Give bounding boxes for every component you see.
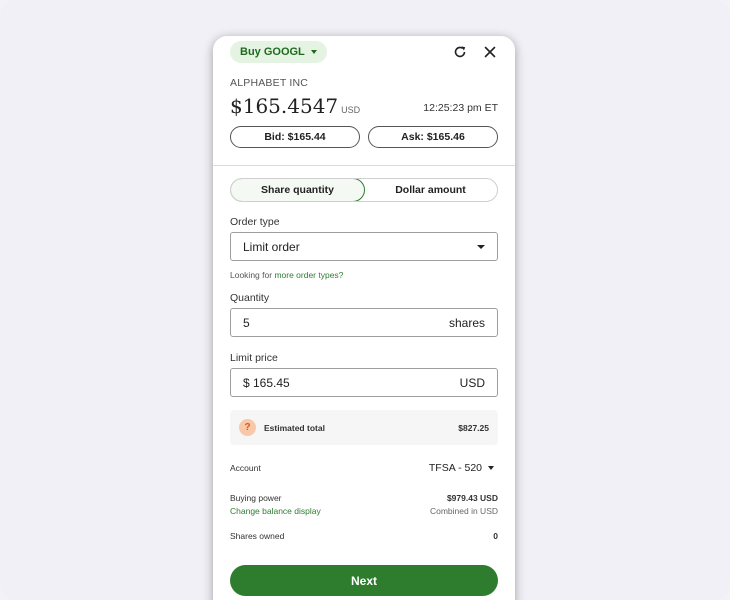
shares-owned-value: 0: [493, 531, 498, 541]
order-type-label: Order type: [230, 216, 280, 228]
limit-price-label: Limit price: [230, 352, 278, 364]
shares-owned-label: Shares owned: [230, 531, 285, 541]
price-group: $165.4547 USD: [230, 94, 360, 118]
limit-price-unit: USD: [459, 375, 485, 390]
bid-ask-row: Bid: $165.44 Ask: $165.46: [230, 126, 498, 150]
quantity-input[interactable]: 5 shares: [230, 308, 498, 337]
estimated-total-label: Estimated total: [264, 422, 325, 433]
buying-power-note: Combined in USD: [429, 506, 498, 516]
buying-power-row: Buying power $979.43 USD: [230, 492, 498, 504]
account-row: Account TFSA - 520: [230, 460, 498, 476]
more-order-types-link[interactable]: more order types?: [274, 270, 343, 280]
chevron-down-icon: [310, 50, 317, 54]
order-type-note: Looking for more order types?: [230, 270, 498, 280]
divider: [213, 165, 515, 166]
header-actions: [452, 44, 498, 60]
buying-power-sub-row: Change balance display Combined in USD: [230, 505, 498, 517]
refresh-icon[interactable]: [452, 44, 468, 60]
close-icon[interactable]: [482, 44, 498, 60]
bid-button[interactable]: Bid: $165.44: [230, 126, 360, 148]
buy-symbol-label: Buy GOOGL: [240, 46, 305, 58]
quantity-value: 5: [243, 315, 250, 330]
quantity-unit: shares: [448, 315, 485, 330]
buy-symbol-dropdown[interactable]: Buy GOOGL: [230, 41, 327, 63]
panel-header: Buy GOOGL: [230, 41, 498, 63]
quote-time: 12:25:23 pm ET: [423, 102, 498, 114]
shares-owned-row: Shares owned 0: [230, 530, 498, 542]
ask-button[interactable]: Ask: $165.46: [368, 126, 498, 148]
change-balance-display-link[interactable]: Change balance display: [230, 506, 321, 516]
tab-share-quantity[interactable]: Share quantity: [231, 179, 365, 201]
company-name: ALPHABET INC: [230, 77, 309, 89]
next-button[interactable]: Next: [230, 565, 498, 596]
tab-dollar-amount[interactable]: Dollar amount: [364, 179, 497, 201]
limit-price-input[interactable]: $ 165.45 USD: [230, 368, 498, 397]
buying-power-label: Buying power: [230, 493, 282, 503]
order-type-select[interactable]: Limit order: [230, 232, 498, 261]
buying-power-value: $979.43 USD: [446, 493, 498, 503]
estimated-total-value: $827.25: [458, 422, 489, 433]
order-mode-toggle: Share quantity Dollar amount: [230, 178, 498, 202]
order-type-note-text: Looking for: [230, 270, 273, 280]
price-currency: USD: [341, 105, 361, 115]
price-row: $165.4547 USD 12:25:23 pm ET: [230, 92, 498, 118]
account-value: TFSA - 520: [428, 462, 482, 474]
order-panel: Buy GOOGL ALPHABET INC $165.4547 USD 12:…: [213, 36, 515, 600]
quantity-label: Quantity: [230, 292, 270, 304]
estimated-total-box: ? Estimated total $827.25: [230, 410, 498, 445]
limit-price-value: $ 165.45: [243, 375, 290, 390]
chevron-down-icon: [477, 244, 485, 249]
account-label: Account: [230, 463, 261, 473]
estimated-total-label-group: ? Estimated total: [239, 419, 325, 436]
background: Buy GOOGL ALPHABET INC $165.4547 USD 12:…: [0, 0, 730, 600]
order-type-value: Limit order: [243, 239, 300, 254]
help-icon[interactable]: ?: [239, 419, 256, 436]
account-select[interactable]: TFSA - 520: [429, 462, 494, 474]
chevron-down-icon: [488, 466, 494, 470]
last-price: $165.4547: [230, 94, 339, 118]
